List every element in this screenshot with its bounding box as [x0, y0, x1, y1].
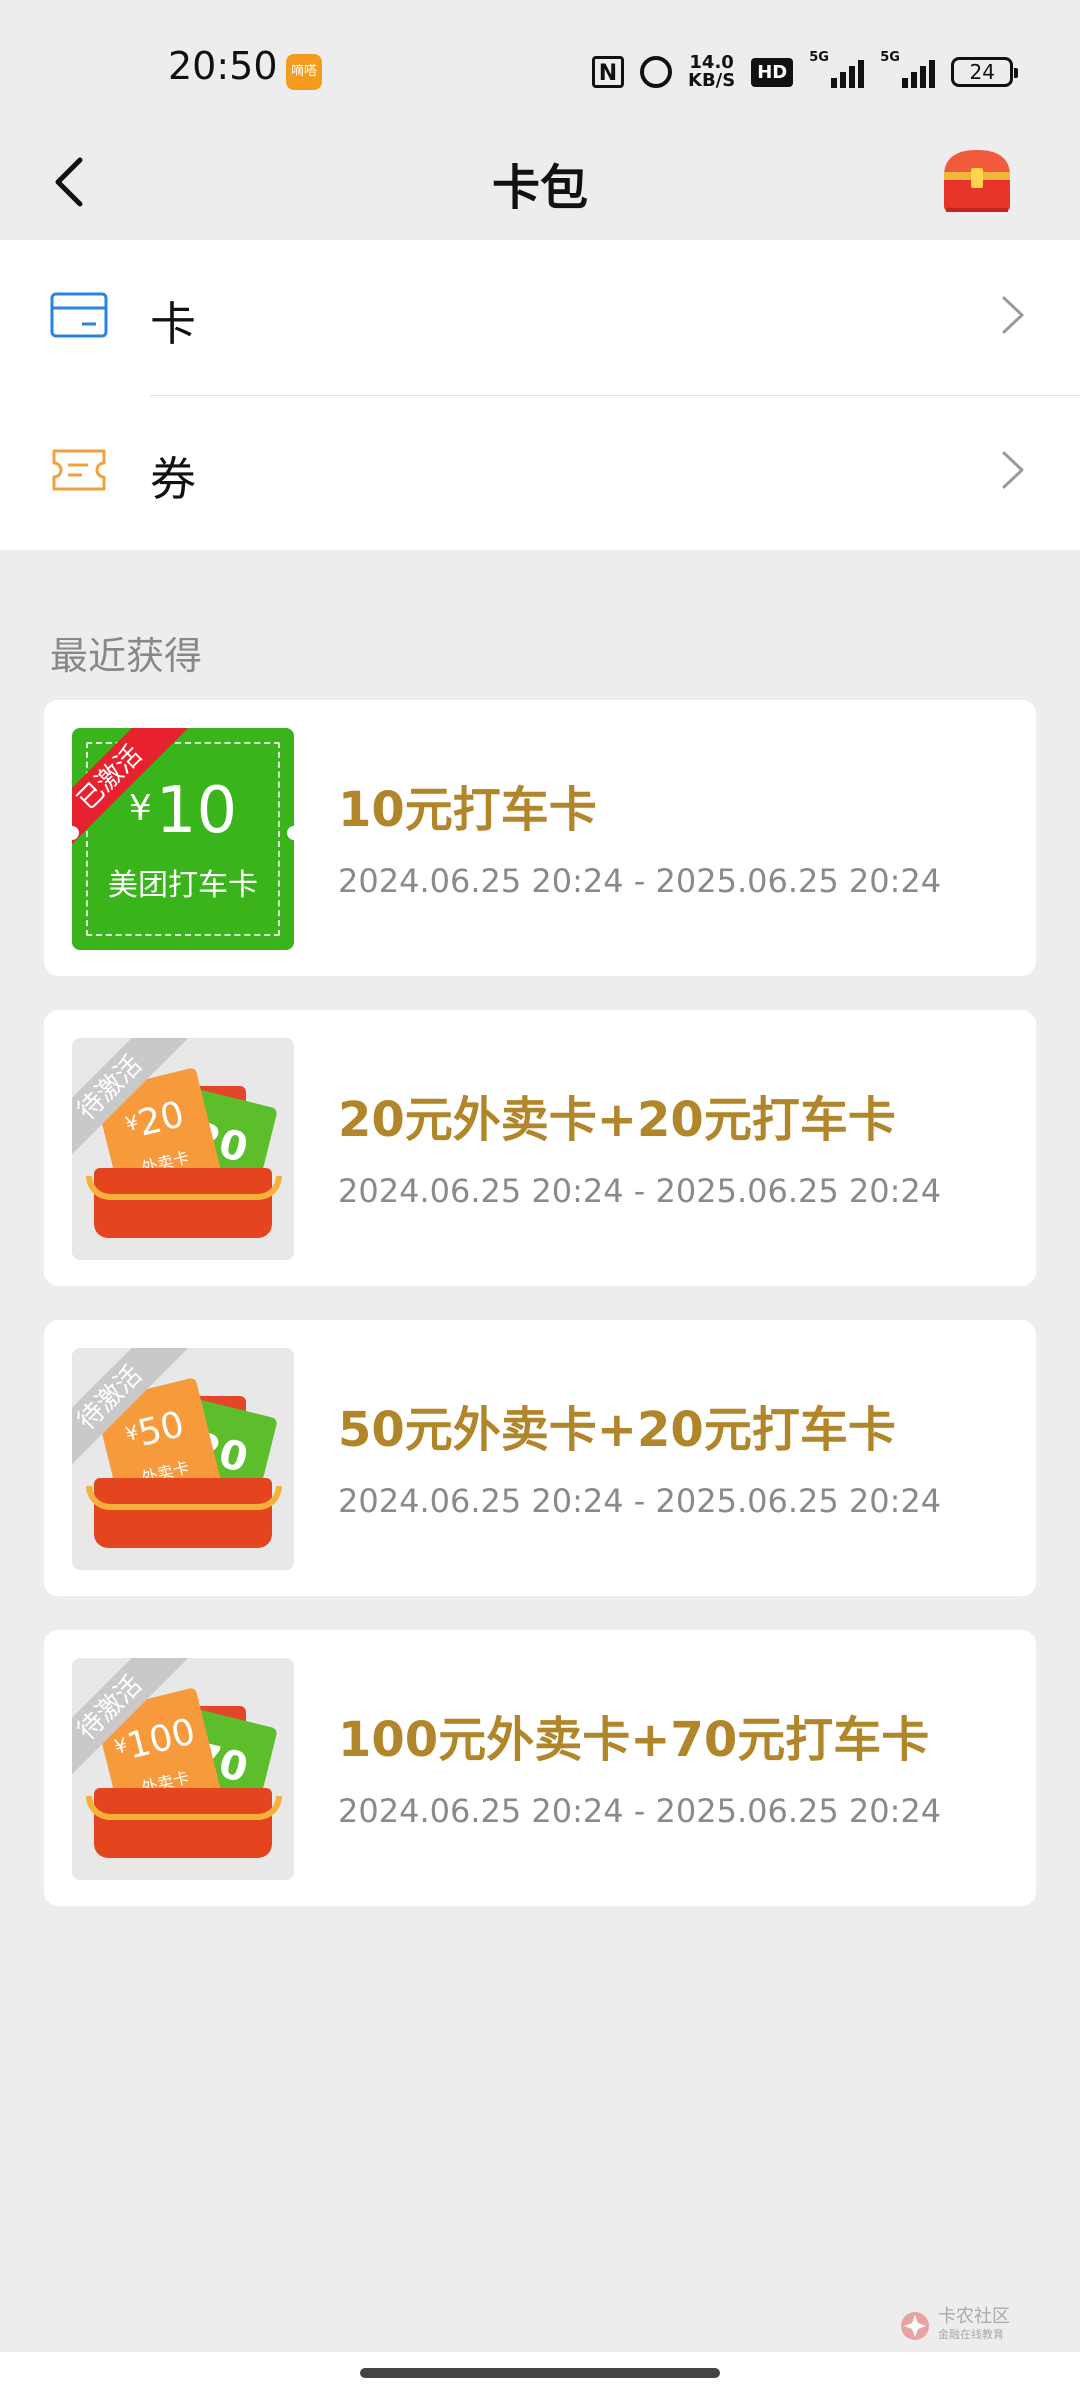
coupon-validity: 2024.06.25 20:24 - 2025.06.25 20:24	[338, 862, 942, 900]
menu-item-label: 卡	[150, 297, 196, 351]
watermark: 卡农社区 金融在线教育	[898, 2308, 1010, 2344]
card-icon	[50, 292, 108, 338]
wallet-menu: 卡 券	[0, 240, 1080, 550]
watermark-text: 卡农社区 金融在线教育	[938, 2306, 1010, 2342]
chevron-right-icon	[1002, 296, 1024, 334]
coupon-card[interactable]: 20 ¥20 外卖卡 待激活 20元外卖卡+20元打车卡 2024.06.25 …	[44, 1010, 1036, 1286]
page-title: 卡包	[491, 160, 588, 216]
coupon-thumbnail: 70 ¥100 外卖卡 待激活	[72, 1658, 294, 1880]
coupon-thumbnail: ¥10 美团打车卡 已激活	[72, 728, 294, 950]
chevron-right-icon	[1002, 451, 1024, 489]
alarm-icon	[640, 56, 672, 88]
hd-voice-icon: HD	[751, 57, 794, 87]
home-indicator[interactable]	[360, 2368, 720, 2378]
menu-item-cards[interactable]: 卡	[0, 240, 1080, 396]
signal-icon-1: 5G	[809, 50, 865, 88]
status-bar: 20:50 嘀嗒 N 14.0 KB/S HD 5G 5G 24	[0, 0, 1080, 130]
thumb-subtitle: 美团打车卡	[108, 868, 258, 903]
signal-icon-2: 5G	[880, 50, 936, 88]
menu-item-label: 券	[150, 452, 196, 506]
coupon-title: 10元打车卡	[338, 782, 597, 838]
menu-item-coupons[interactable]: 券	[0, 395, 1080, 550]
coupon-validity: 2024.06.25 20:24 - 2025.06.25 20:24	[338, 1482, 942, 1520]
top-app-bar: 卡包	[0, 130, 1080, 240]
app-notification-icon: 嘀嗒	[286, 54, 322, 90]
nfc-icon: N	[592, 56, 624, 88]
coupon-title: 20元外卖卡+20元打车卡	[338, 1092, 896, 1148]
coupon-card[interactable]: ¥10 美团打车卡 已激活 10元打车卡 2024.06.25 20:24 - …	[44, 700, 1036, 976]
section-title-recent: 最近获得	[50, 634, 203, 678]
coupon-ticket-icon	[52, 449, 106, 491]
coupon-title: 50元外卖卡+20元打车卡	[338, 1402, 896, 1458]
coupon-card[interactable]: 70 ¥100 外卖卡 待激活 100元外卖卡+70元打车卡 2024.06.2…	[44, 1630, 1036, 1906]
status-time: 20:50	[168, 44, 278, 88]
coupon-thumbnail: 20 ¥50 外卖卡 待激活	[72, 1348, 294, 1570]
network-speed-unit: KB/S	[688, 70, 736, 91]
battery-icon: 24	[951, 57, 1019, 87]
coupon-card[interactable]: 20 ¥50 外卖卡 待激活 50元外卖卡+20元打车卡 2024.06.25 …	[44, 1320, 1036, 1596]
system-icons: N 14.0 KB/S HD 5G 5G 24	[592, 50, 1019, 94]
coupon-thumbnail: 20 ¥20 外卖卡 待激活	[72, 1038, 294, 1260]
coupon-validity: 2024.06.25 20:24 - 2025.06.25 20:24	[338, 1172, 942, 1210]
network-speed: 14.0 KB/S	[688, 54, 735, 90]
treasure-chest-icon[interactable]	[938, 144, 1016, 216]
watermark-logo-icon	[901, 2312, 929, 2340]
coupon-title: 100元外卖卡+70元打车卡	[338, 1712, 930, 1768]
coupon-validity: 2024.06.25 20:24 - 2025.06.25 20:24	[338, 1792, 942, 1830]
